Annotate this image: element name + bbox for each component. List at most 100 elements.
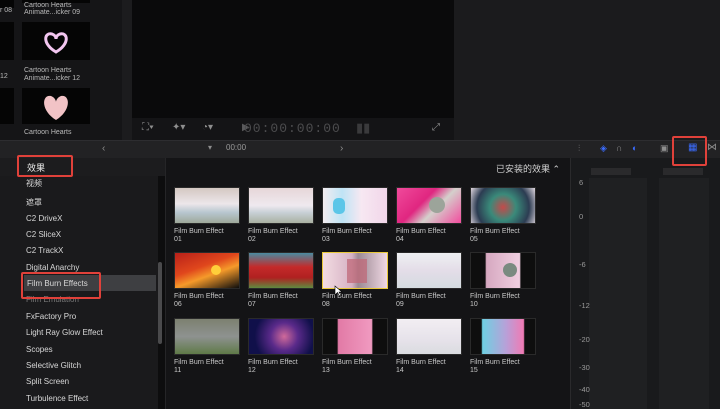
highlight-film-burn-category <box>21 272 101 299</box>
effect-name: Film Burn Effect <box>470 359 520 366</box>
effect-name: Film Burn Effect <box>174 359 224 366</box>
meter-scale-label: -40 <box>579 385 590 394</box>
effect-number: 15 <box>470 367 478 374</box>
meter-scale-label: -50 <box>579 400 590 409</box>
effect-tile[interactable]: Film Burn Effect 09 <box>396 252 462 309</box>
nav-back-icon[interactable]: ‹ <box>102 143 105 154</box>
effect-thumbnail <box>174 318 240 355</box>
snapping-icon[interactable]: ⫶ <box>578 143 580 154</box>
effect-thumbnail <box>248 252 314 289</box>
category-mask[interactable]: 遮罩 <box>26 197 42 208</box>
mouse-cursor-icon <box>334 285 343 297</box>
category-c2-slicex[interactable]: C2 SliceX <box>26 230 61 239</box>
effect-tile[interactable]: Film Burn Effect 06 <box>174 252 240 309</box>
viewer-timecode: 00:00:00:00 <box>244 121 341 136</box>
effect-tile[interactable]: Film Burn Effect 13 <box>322 318 388 375</box>
transform-icon[interactable]: ⛶▾ <box>142 122 154 133</box>
clip-label: Animate...icker 12 <box>24 75 81 82</box>
effect-tile[interactable]: Film Burn Effect 02 <box>248 187 314 244</box>
timeline-toolbar: ‹ ▾ › ⫶ ◈ ∩ ◐ ▣ ▦ ⋈ <box>0 140 720 158</box>
audio-meter-panel <box>570 158 720 409</box>
effect-tile[interactable]: Film Burn Effect 10 <box>470 252 536 309</box>
effect-thumbnail <box>322 318 388 355</box>
meter-bar <box>589 178 647 409</box>
solo-icon[interactable]: ◐ <box>632 143 637 153</box>
headphones-icon[interactable]: ∩ <box>616 143 622 153</box>
effect-tile[interactable]: Film Burn Effect 05 <box>470 187 536 244</box>
highlight-effects-browser-button <box>672 136 707 166</box>
category-c2-drivex[interactable]: C2 DriveX <box>26 214 62 223</box>
effect-tile[interactable]: Film Burn Effect 01 <box>174 187 240 244</box>
viewer-canvas <box>132 0 454 118</box>
effect-name: Film Burn Effect <box>174 228 224 235</box>
effect-tile[interactable]: Film Burn Effect 04 <box>396 187 462 244</box>
installed-effects-dropdown[interactable]: 已安装的效果 ⌃ <box>496 162 560 175</box>
meter-scale-label: -6 <box>579 260 586 269</box>
effect-tile[interactable]: Film Burn Effect 07 <box>248 252 314 309</box>
effect-number: 04 <box>396 236 404 243</box>
effect-name: Film Burn Effect <box>396 293 446 300</box>
effect-number: 08 <box>322 301 330 308</box>
effect-name: Film Burn Effect <box>322 293 372 300</box>
clip-item[interactable]: 12 Cartoon Hearts Animate...icker 12 <box>0 20 122 90</box>
meter-channel-label <box>591 168 631 175</box>
clip-thumbnail <box>22 88 90 124</box>
effect-number: 07 <box>248 301 256 308</box>
effect-number: 01 <box>174 236 182 243</box>
timeline-time: 00:00 <box>226 143 247 152</box>
category-fxfactory-pro[interactable]: FxFactory Pro <box>26 312 76 321</box>
category-selective-glitch[interactable]: Selective Glitch <box>26 361 81 370</box>
magic-wand-icon[interactable]: ✦▾ <box>172 122 185 133</box>
effect-name: Film Burn Effect <box>396 228 446 235</box>
effect-thumbnail <box>470 187 536 224</box>
category-split-screen[interactable]: Split Screen <box>26 377 69 386</box>
clip-thumbnail <box>22 22 90 60</box>
effect-thumbnail <box>396 318 462 355</box>
effect-tile[interactable]: Film Burn Effect 14 <box>396 318 462 375</box>
skimming-icon[interactable]: ◈ <box>600 143 607 154</box>
clip-side-label: r 08 <box>0 7 13 14</box>
effect-thumbnail <box>396 187 462 224</box>
category-turbulence-effect[interactable]: Turbulence Effect <box>26 394 88 403</box>
category-digital-anarchy[interactable]: Digital Anarchy <box>26 263 79 272</box>
effect-name: Film Burn Effect <box>248 359 298 366</box>
effect-number: 03 <box>322 236 330 243</box>
heart-outline-icon <box>44 32 68 54</box>
effect-number: 14 <box>396 367 404 374</box>
effect-name: Film Burn Effect <box>470 293 520 300</box>
effect-name: Film Burn Effect <box>470 228 520 235</box>
chevron-down-icon[interactable]: ▾ <box>208 143 212 152</box>
effect-name: Film Burn Effect <box>396 359 446 366</box>
effect-thumbnail <box>248 318 314 355</box>
nav-forward-icon[interactable]: › <box>340 143 343 154</box>
effect-tile[interactable]: Film Burn Effect 12 <box>248 318 314 375</box>
effect-thumbnail <box>174 252 240 289</box>
clip-thumbnail <box>0 22 14 60</box>
effect-name: Film Burn Effect <box>322 359 372 366</box>
effect-tile[interactable]: Film Burn Effect 03 <box>322 187 388 244</box>
effect-tile[interactable]: Film Burn Effect 15 <box>470 318 536 375</box>
category-scrollbar[interactable] <box>158 262 162 344</box>
effect-name: Film Burn Effect <box>174 293 224 300</box>
category-scopes[interactable]: Scopes <box>26 345 53 354</box>
effect-name: Film Burn Effect <box>248 228 298 235</box>
category-video[interactable]: 视频 <box>26 178 42 189</box>
heart-filled-icon <box>44 95 68 120</box>
effect-name: Film Burn Effect <box>248 293 298 300</box>
effect-thumbnail <box>322 252 388 289</box>
fullscreen-icon[interactable]: ⤢ <box>432 122 440 133</box>
effect-thumbnail <box>470 252 536 289</box>
category-light-ray-glow[interactable]: Light Ray Glow Effect <box>26 328 103 337</box>
effect-thumbnail <box>470 318 536 355</box>
effect-thumbnail <box>174 187 240 224</box>
meter-scale-label: -20 <box>579 335 590 344</box>
category-c2-trackx[interactable]: C2 TrackX <box>26 246 63 255</box>
effect-tile[interactable]: Film Burn Effect 11 <box>174 318 240 375</box>
meter-bar <box>659 178 709 409</box>
meter-channel-label <box>663 168 703 175</box>
panel-divider <box>122 0 132 140</box>
filmstrip-icon[interactable]: ▣ <box>660 143 669 154</box>
speed-icon[interactable]: ◔▾ <box>202 122 213 133</box>
effect-tile-selected[interactable]: Film Burn Effect 08 <box>322 252 388 309</box>
transitions-icon[interactable]: ⋈ <box>707 142 717 153</box>
